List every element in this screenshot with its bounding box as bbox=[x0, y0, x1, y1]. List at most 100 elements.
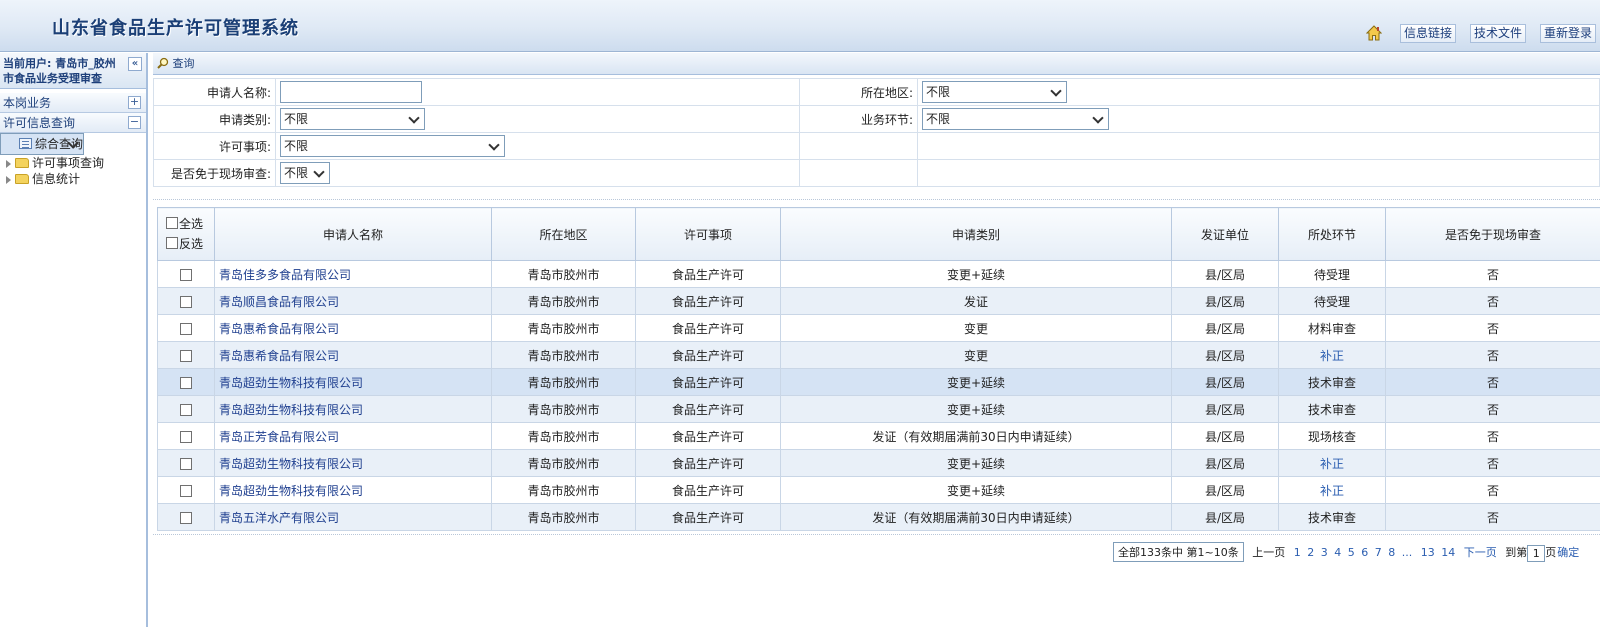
table-row[interactable]: 青岛惠希食品有限公司 青岛市胶州市 食品生产许可 变更 县/区局 材料审查 否 bbox=[157, 314, 1600, 342]
application-type-cell: 变更+延续 bbox=[780, 476, 1172, 504]
row-checkbox[interactable] bbox=[180, 484, 192, 497]
applicant-name-link[interactable]: 青岛超劲生物科技有限公司 bbox=[214, 395, 492, 423]
relogin-button[interactable]: 重新登录 bbox=[1540, 24, 1597, 43]
applicant-name-link[interactable]: 青岛惠希食品有限公司 bbox=[214, 341, 492, 369]
applicant-name-link[interactable]: 青岛佳多多食品有限公司 bbox=[214, 260, 492, 288]
business-stage-select[interactable]: 不限 bbox=[922, 108, 1109, 130]
table-row[interactable]: 青岛超劲生物科技有限公司 青岛市胶州市 食品生产许可 变更+延续 县/区局 补正… bbox=[157, 476, 1600, 504]
page-link[interactable]: 8 bbox=[1388, 546, 1395, 559]
stage-cell: 材料审查 bbox=[1278, 314, 1386, 342]
table-row[interactable]: 青岛超劲生物科技有限公司 青岛市胶州市 食品生产许可 变更+延续 县/区局 技术… bbox=[157, 368, 1600, 396]
page-link[interactable]: 5 bbox=[1348, 546, 1355, 559]
license-item-select[interactable]: 不限 bbox=[280, 135, 505, 157]
applicant-name-link[interactable]: 青岛惠希食品有限公司 bbox=[214, 314, 492, 342]
table-row[interactable]: 青岛超劲生物科技有限公司 青岛市胶州市 食品生产许可 变更+延续 县/区局 补正… bbox=[157, 449, 1600, 477]
query-panel-header: 查询 bbox=[153, 53, 1600, 75]
application-type-cell: 变更+延续 bbox=[780, 368, 1172, 396]
applicant-name-link[interactable]: 青岛超劲生物科技有限公司 bbox=[214, 449, 492, 477]
table-row[interactable]: 青岛正芳食品有限公司 青岛市胶州市 食品生产许可 发证（有效期届满前30日内申请… bbox=[157, 422, 1600, 450]
region-cell: 青岛市胶州市 bbox=[491, 314, 636, 342]
info-links-button[interactable]: 信息链接 bbox=[1400, 24, 1457, 43]
application-type-cell: 变更+延续 bbox=[780, 449, 1172, 477]
table-row[interactable]: 青岛五洋水产有限公司 青岛市胶州市 食品生产许可 发证（有效期届满前30日内申请… bbox=[157, 503, 1600, 531]
applicant-name-link[interactable]: 青岛超劲生物科技有限公司 bbox=[214, 476, 492, 504]
stage-cell[interactable]: 补正 bbox=[1278, 341, 1386, 369]
tech-docs-button[interactable]: 技术文件 bbox=[1470, 24, 1527, 43]
select-all-control[interactable]: 全选 bbox=[166, 214, 214, 234]
sidebar-section-license-query[interactable]: 许可信息查询 − bbox=[0, 113, 146, 133]
applicant-name-link[interactable]: 青岛超劲生物科技有限公司 bbox=[214, 368, 492, 396]
applicant-name-link[interactable]: 青岛正芳食品有限公司 bbox=[214, 422, 492, 450]
home-icon[interactable] bbox=[1366, 25, 1382, 41]
row-checkbox[interactable] bbox=[180, 430, 192, 443]
stage-cell[interactable]: 补正 bbox=[1278, 449, 1386, 477]
expand-arrow-icon[interactable] bbox=[6, 175, 11, 184]
row-checkbox[interactable] bbox=[180, 457, 192, 470]
page-link[interactable]: 14 bbox=[1441, 546, 1455, 559]
page-link[interactable]: 3 bbox=[1321, 546, 1328, 559]
exempt-inspection-select[interactable]: 不限 bbox=[280, 162, 330, 184]
next-page-link[interactable]: 下一页 bbox=[1464, 546, 1497, 559]
region-cell: 青岛市胶州市 bbox=[491, 287, 636, 315]
invert-selection-checkbox[interactable] bbox=[166, 236, 178, 249]
row-checkbox[interactable] bbox=[180, 349, 192, 362]
row-checkbox[interactable] bbox=[180, 268, 192, 281]
region-select[interactable]: 不限 bbox=[922, 81, 1067, 103]
tree-item-general-query[interactable]: 综合查询 bbox=[0, 133, 85, 155]
stage-cell: 现场核查 bbox=[1278, 422, 1386, 450]
exempt-cell: 否 bbox=[1385, 503, 1600, 531]
table-row[interactable]: 青岛超劲生物科技有限公司 青岛市胶州市 食品生产许可 变更+延续 县/区局 技术… bbox=[157, 395, 1600, 423]
row-checkbox[interactable] bbox=[180, 322, 192, 335]
page-link[interactable]: 6 bbox=[1361, 546, 1368, 559]
row-checkbox[interactable] bbox=[180, 403, 192, 416]
goto-page-input[interactable]: 1 bbox=[1527, 544, 1546, 562]
applicant-name-label: 申请人名称: bbox=[153, 78, 276, 106]
table-row[interactable]: 青岛惠希食品有限公司 青岛市胶州市 食品生产许可 变更 县/区局 补正 否 bbox=[157, 341, 1600, 369]
applicant-name-link[interactable]: 青岛五洋水产有限公司 bbox=[214, 503, 492, 531]
table-header-row: 全选 反选 申请人名称 所在地区 许可事项 申请类别 发证单位 所处环节 是否免… bbox=[157, 207, 1600, 261]
issuer-cell: 县/区局 bbox=[1171, 287, 1279, 315]
goto-confirm-button[interactable]: 确定 bbox=[1557, 546, 1579, 559]
application-type-select[interactable]: 不限 bbox=[280, 108, 425, 130]
exempt-inspection-cell: 不限 bbox=[275, 159, 800, 187]
issuer-cell: 县/区局 bbox=[1171, 422, 1279, 450]
column-header-applicant: 申请人名称 bbox=[214, 207, 492, 261]
select-all-checkbox[interactable] bbox=[166, 216, 178, 229]
page-link[interactable]: 4 bbox=[1334, 546, 1341, 559]
license-item-cell: 食品生产许可 bbox=[635, 287, 781, 315]
sidebar-section-my-tasks[interactable]: 本岗业务 + bbox=[0, 93, 146, 113]
expand-icon[interactable]: + bbox=[128, 96, 141, 109]
collapse-icon[interactable]: − bbox=[128, 116, 141, 129]
table-row[interactable]: 青岛佳多多食品有限公司 青岛市胶州市 食品生产许可 变更+延续 县/区局 待受理… bbox=[157, 260, 1600, 288]
current-user-line1: 当前用户: 青岛市_胶州 bbox=[3, 57, 116, 70]
page-link[interactable]: 13 bbox=[1421, 546, 1435, 559]
row-checkbox[interactable] bbox=[180, 511, 192, 524]
column-header-license-item: 许可事项 bbox=[635, 207, 781, 261]
table-row[interactable]: 青岛顺昌食品有限公司 青岛市胶州市 食品生产许可 发证 县/区局 待受理 否 bbox=[157, 287, 1600, 315]
expand-arrow-icon[interactable] bbox=[6, 159, 11, 168]
stage-cell: 待受理 bbox=[1278, 260, 1386, 288]
exempt-cell: 否 bbox=[1385, 395, 1600, 423]
prev-page-link[interactable]: 上一页 bbox=[1252, 546, 1285, 559]
tree-item-license-items[interactable]: 许可事项查询 bbox=[0, 155, 146, 171]
stage-cell[interactable]: 补正 bbox=[1278, 476, 1386, 504]
license-item-cell: 食品生产许可 bbox=[635, 368, 781, 396]
application-type-cell: 发证 bbox=[780, 287, 1172, 315]
page-link[interactable]: 7 bbox=[1375, 546, 1382, 559]
applicant-name-input[interactable] bbox=[280, 81, 422, 103]
license-item-cell: 食品生产许可 bbox=[635, 503, 781, 531]
issuer-cell: 县/区局 bbox=[1171, 449, 1279, 477]
page-link[interactable]: 2 bbox=[1307, 546, 1314, 559]
applicant-name-link[interactable]: 青岛顺昌食品有限公司 bbox=[214, 287, 492, 315]
column-header-exempt: 是否免于现场审查 bbox=[1385, 207, 1600, 261]
page-link[interactable]: 1 bbox=[1294, 546, 1301, 559]
issuer-cell: 县/区局 bbox=[1171, 368, 1279, 396]
invert-selection-control[interactable]: 反选 bbox=[166, 234, 214, 254]
row-checkbox[interactable] bbox=[180, 376, 192, 389]
app-header: 山东省食品生产许可管理系统 信息链接 技术文件 重新登录 bbox=[0, 0, 1600, 52]
region-cell: 青岛市胶州市 bbox=[491, 422, 636, 450]
collapse-sidebar-button[interactable]: « bbox=[128, 57, 142, 71]
row-checkbox[interactable] bbox=[180, 295, 192, 308]
tree-item-statistics[interactable]: 信息统计 bbox=[0, 171, 146, 187]
application-type-cell: 发证（有效期届满前30日内申请延续） bbox=[780, 503, 1172, 531]
